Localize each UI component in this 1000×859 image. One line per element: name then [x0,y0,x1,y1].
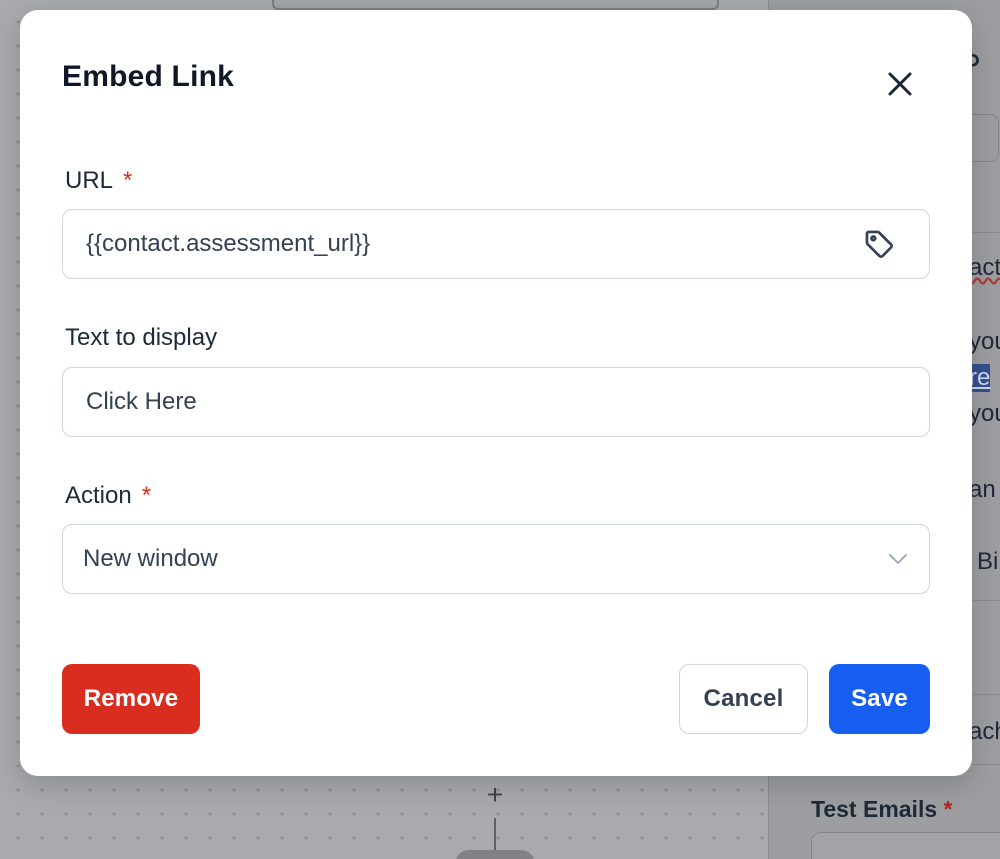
editor-fragment: you [969,400,1000,427]
insert-custom-value-button[interactable] [859,224,899,264]
test-emails-label: Test Emails * [811,796,953,822]
text-to-display-value: Click Here [86,388,197,415]
url-input[interactable]: {{contact.assessment_url}} [62,209,930,279]
remove-button[interactable]: Remove [62,664,200,734]
canvas-node [272,0,719,10]
tag-icon [865,230,893,258]
required-mark: * [123,167,133,194]
canvas-node [455,850,535,859]
text-to-display-label: Text to display [65,324,218,351]
editor-fragment: Bi [977,548,999,575]
url-label: URL * [65,167,133,194]
editor-fragment: ach [969,718,1000,745]
editor-fragment: an [969,476,996,503]
editor-link-fragment: re [969,364,991,392]
test-emails-input [811,832,1000,859]
cancel-button[interactable]: Cancel [679,664,808,734]
action-select[interactable]: New window [62,524,930,594]
editor-fragment: act [969,254,1000,281]
action-selected-value: New window [83,545,218,572]
save-button[interactable]: Save [829,664,930,734]
chevron-down-icon [887,548,909,570]
embed-link-modal: Embed Link URL * {{contact.assessment_url… [20,10,972,776]
close-button[interactable] [880,64,920,104]
modal-title: Embed Link [62,60,235,93]
required-mark: * [141,482,152,509]
url-value: {{contact.assessment_url}} [86,230,371,257]
editor-fragment: you [969,328,1000,355]
text-to-display-input[interactable]: Click Here [62,367,930,437]
close-icon [888,72,912,96]
action-label: Action * [65,482,152,509]
add-step-plus-icon: + [486,779,504,810]
